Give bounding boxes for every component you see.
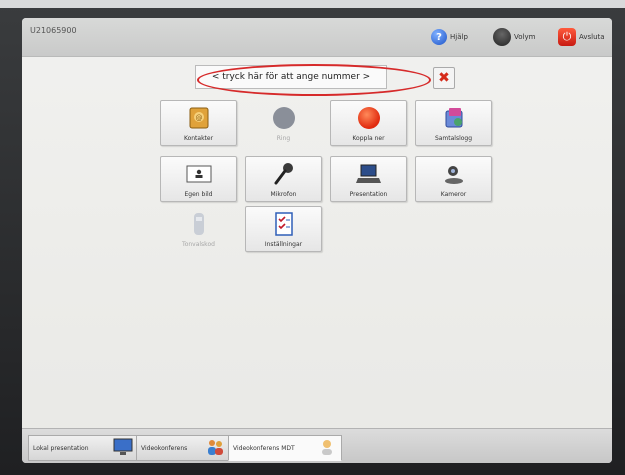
red-circle-icon (357, 107, 380, 129)
tab-label: Videokonferens MDT (233, 444, 295, 452)
person-icon (322, 440, 332, 455)
tile-kontakter[interactable]: @ Kontakter (160, 100, 237, 146)
phone-keypad-icon (193, 213, 204, 235)
tile-label: Ring (276, 135, 291, 142)
system-id: U21065900 (30, 26, 77, 35)
help-button[interactable]: ? Hjälp (427, 26, 472, 48)
volume-icon (493, 28, 511, 46)
tile-kameror[interactable]: Kameror (415, 156, 492, 202)
tile-label: Koppla ner (352, 135, 385, 142)
tile-installningar[interactable]: Inställningar (245, 206, 322, 252)
tab-lokal-presentation[interactable]: Lokal presentation (28, 435, 138, 461)
red-x-icon: ✖ (438, 70, 450, 86)
bottom-tab-bar: Lokal presentation Videokonferens Videok… (22, 428, 612, 463)
tab-videokonferens-mdt[interactable]: Videokonferens MDT (228, 435, 342, 461)
tile-egen-bild[interactable]: Egen bild (160, 156, 237, 202)
people-icon (208, 440, 223, 455)
exit-button[interactable]: ⏻ Avsluta (554, 26, 609, 48)
tile-label: Samtalslogg (434, 135, 473, 142)
tile-label: Egen bild (184, 191, 213, 198)
tab-label: Lokal presentation (33, 444, 89, 452)
tile-label: Inställningar (264, 241, 303, 248)
tile-label: Tonvalskod (182, 241, 215, 248)
help-label: Hjälp (450, 33, 468, 41)
touch-screen: U21065900 ? Hjälp Volym ⏻ Avsluta < tryc… (22, 18, 612, 463)
help-icon: ? (431, 29, 447, 45)
tile-label: Mikrofon (270, 191, 297, 198)
tile-label: Kontakter (183, 135, 214, 142)
svg-text:@: @ (195, 114, 202, 122)
top-bar: U21065900 ? Hjälp Volym ⏻ Avsluta (22, 18, 612, 57)
self-view-icon (186, 165, 211, 183)
tile-tonvalskod: Tonvalskod (160, 206, 237, 252)
volume-button[interactable]: Volym (489, 26, 539, 48)
monitor-icon (113, 438, 133, 455)
volume-label: Volym (514, 33, 536, 41)
tile-label: Presentation (349, 191, 388, 198)
contacts-book-icon: @ (189, 107, 208, 129)
microphone-icon (274, 163, 293, 185)
exit-label: Avsluta (579, 33, 605, 41)
clear-number-button[interactable]: ✖ (433, 67, 455, 89)
tile-presentation[interactable]: Presentation (330, 156, 407, 202)
tile-ring: Ring (245, 100, 322, 146)
checklist-icon (274, 212, 293, 236)
camera-icon (444, 166, 463, 184)
tile-koppla-ner[interactable]: Koppla ner (330, 100, 407, 146)
tile-label: Kameror (440, 191, 467, 198)
laptop-icon (355, 164, 381, 183)
power-icon: ⏻ (558, 28, 576, 46)
tile-samtalslogg[interactable]: Samtalslogg (415, 100, 492, 146)
tab-videokonferens[interactable]: Videokonferens (136, 435, 230, 461)
call-log-icon (445, 108, 462, 128)
wall-background (0, 0, 625, 8)
red-highlight-ellipse (197, 64, 431, 96)
tile-mikrofon[interactable]: Mikrofon (245, 156, 322, 202)
gray-circle-icon (272, 107, 295, 129)
tab-label: Videokonferens (141, 444, 188, 452)
